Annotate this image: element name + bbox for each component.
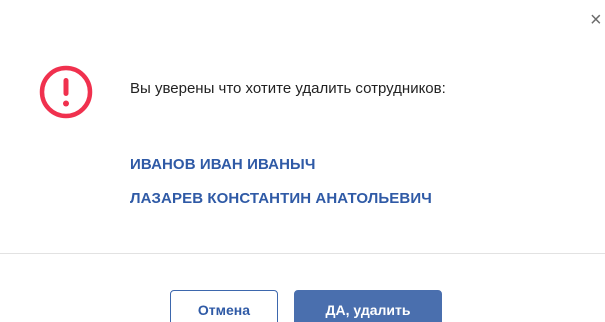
employee-list: ИВАНОВ ИВАН ИВАНЫЧ ЛАЗАРЕВ КОНСТАНТИН АН… xyxy=(130,148,432,216)
exclamation-circle-icon xyxy=(39,65,93,119)
employee-name: ЛАЗАРЕВ КОНСТАНТИН АНАТОЛЬЕВИЧ xyxy=(130,190,432,207)
delete-employees-dialog: × Вы уверены что хотите удалить сотрудни… xyxy=(0,0,605,322)
confirm-delete-button[interactable]: ДА, удалить xyxy=(294,290,442,322)
divider xyxy=(0,253,605,254)
cancel-button[interactable]: Отмена xyxy=(170,290,278,322)
employee-name: ИВАНОВ ИВАН ИВАНЫЧ xyxy=(130,156,316,173)
close-icon[interactable]: × xyxy=(590,8,605,32)
confirmation-message: Вы уверены что хотите удалить сотруднико… xyxy=(130,80,446,97)
